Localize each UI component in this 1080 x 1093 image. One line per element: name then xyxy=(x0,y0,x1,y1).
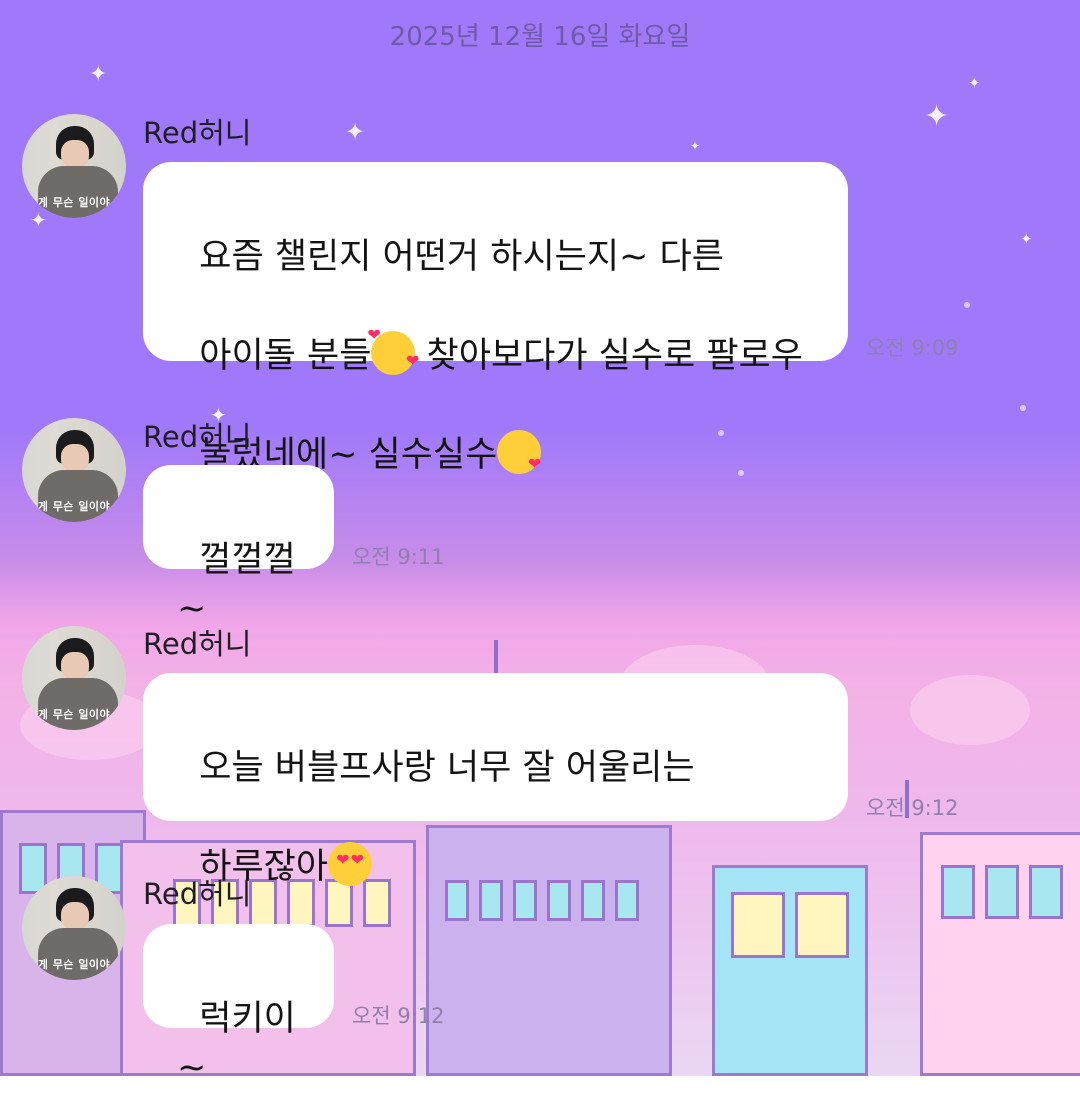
building xyxy=(712,865,868,1076)
avatar-face xyxy=(61,444,89,472)
avatar-caption: 게 무슨 일이야 xyxy=(37,196,111,209)
star-dot xyxy=(964,302,970,308)
message-bubble[interactable]: 오늘 버블프사랑 너무 잘 어울리는 하루잖아 xyxy=(143,673,848,887)
sparkle-icon: ✦ xyxy=(1020,230,1033,248)
avatar-caption: 게 무슨 일이야 xyxy=(37,708,111,721)
avatar-body xyxy=(38,470,118,522)
sparkle-icon: ✦ xyxy=(690,139,701,153)
star-dot xyxy=(718,430,724,436)
message-time: 오전 9:12 xyxy=(866,796,959,820)
sparkle-icon: ✦ xyxy=(345,118,366,146)
message-text-line: 요즘 챌린지 어떤거 하시는지~ 다른 xyxy=(199,237,724,277)
avatar-body xyxy=(38,928,118,980)
building xyxy=(426,825,672,1076)
message-text-line: 오늘 버블프사랑 너무 잘 어울리는 xyxy=(199,748,695,788)
cloud xyxy=(910,675,1030,745)
sparkle-icon: ✦ xyxy=(89,62,108,87)
avatar[interactable]: 게 무슨 일이야 xyxy=(22,418,126,522)
sparkle-icon: ✦ xyxy=(924,99,950,134)
star-dot xyxy=(738,470,744,476)
sender-name: Red허니 xyxy=(143,627,252,661)
star-dot xyxy=(1020,405,1026,411)
message-bubble[interactable]: 껄껄껄~ xyxy=(143,465,334,629)
avatar[interactable]: 게 무슨 일이야 xyxy=(22,114,126,218)
avatar-body xyxy=(38,166,118,218)
message-time: 오전 9:11 xyxy=(352,545,445,569)
sparkle-icon: ✦ xyxy=(968,74,981,92)
building xyxy=(920,832,1080,1076)
message-text-line: 찾아보다가 실수로 팔로우 xyxy=(415,336,803,376)
avatar-face xyxy=(61,140,89,168)
avatar[interactable]: 게 무슨 일이야 xyxy=(22,876,126,980)
avatar[interactable]: 게 무슨 일이야 xyxy=(22,626,126,730)
message-time: 오전 9:12 xyxy=(352,1004,445,1028)
smiling-face-with-hearts-icon xyxy=(367,327,419,375)
sender-name: Red허니 xyxy=(143,420,252,454)
date-header: 2025년 12월 16일 화요일 xyxy=(389,22,691,52)
message-bubble[interactable]: 럭키이~ xyxy=(143,924,334,1088)
avatar-face xyxy=(61,902,89,930)
message-text-line: 아이돌 분들 xyxy=(199,336,372,376)
face-blowing-a-kiss-icon xyxy=(497,430,542,474)
sender-name: Red허니 xyxy=(143,877,252,911)
avatar-caption: 게 무슨 일이야 xyxy=(37,500,111,513)
sender-name: Red허니 xyxy=(143,116,252,150)
avatar-caption: 게 무슨 일이야 xyxy=(37,958,111,971)
avatar-body xyxy=(38,678,118,730)
message-time: 오전 9:09 xyxy=(866,336,959,360)
avatar-face xyxy=(61,652,89,680)
smiling-face-with-heart-eyes-icon xyxy=(328,842,373,886)
message-bubble[interactable]: 요즘 챌린지 어떤거 하시는지~ 다른 아이돌 분들 찾아보다가 실수로 팔로우… xyxy=(143,162,848,475)
